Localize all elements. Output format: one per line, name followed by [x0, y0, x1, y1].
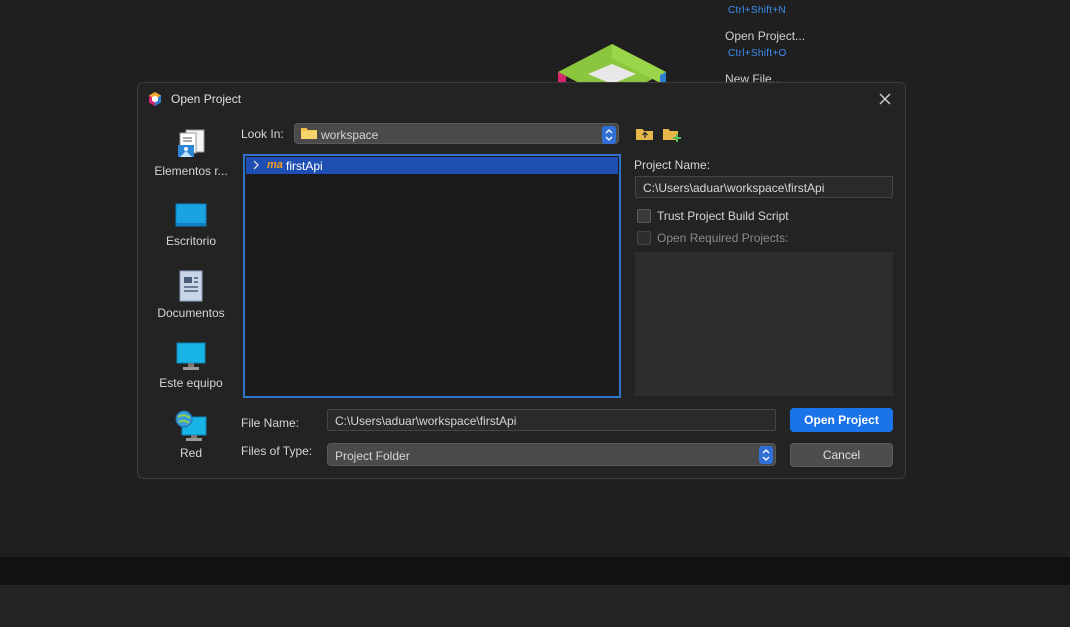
files-of-type-label: Files of Type: — [241, 444, 313, 458]
files-of-type-combobox[interactable]: Project Folder — [327, 443, 776, 466]
place-this-pc[interactable]: Este equipo — [146, 339, 236, 401]
folder-icon — [301, 127, 317, 143]
desktop-icon — [175, 203, 207, 227]
trust-build-label: Trust Project Build Script — [657, 209, 789, 223]
place-documents[interactable]: Documentos — [146, 269, 236, 331]
look-in-label: Look In: — [241, 127, 284, 141]
chevron-right-icon[interactable] — [252, 159, 260, 174]
place-label: Red — [179, 446, 202, 460]
required-projects-panel — [635, 252, 893, 396]
list-item[interactable]: ma firstApi — [246, 157, 618, 174]
cancel-button[interactable]: Cancel — [790, 443, 893, 467]
dialog-titlebar[interactable]: Open Project — [138, 83, 905, 115]
network-icon — [175, 410, 207, 441]
output-area — [0, 585, 1070, 627]
look-in-combobox[interactable]: workspace — [294, 123, 619, 144]
place-desktop[interactable]: Escritorio — [146, 201, 236, 263]
place-label: Elementos r... — [154, 164, 228, 178]
recent-items-icon — [178, 129, 205, 157]
computer-icon — [176, 342, 206, 370]
trust-build-checkbox[interactable] — [637, 209, 651, 223]
open-project-dialog: Open Project Elementos r... Escritorio D… — [137, 82, 906, 479]
place-recent-items[interactable]: Elementos r... — [146, 127, 236, 189]
file-name-label: File Name: — [241, 416, 300, 430]
chevron-updown-icon — [759, 446, 773, 464]
file-name-input[interactable]: C:\Users\aduar\workspace\firstApi — [327, 409, 776, 431]
status-bar — [0, 557, 1070, 585]
open-required-label: Open Required Projects: — [657, 231, 789, 245]
place-label: Escritorio — [165, 234, 216, 248]
place-label: Documentos — [157, 306, 225, 320]
project-name-label: Project Name: — [634, 158, 711, 172]
file-name: firstApi — [286, 159, 323, 173]
look-in-value: workspace — [321, 128, 379, 142]
files-of-type-value: Project Folder — [335, 449, 410, 463]
open-project-menu-item[interactable]: Open Project... — [725, 29, 805, 43]
new-project-shortcut: Ctrl+Shift+N — [728, 5, 787, 16]
up-folder-icon[interactable] — [635, 125, 655, 143]
open-required-checkbox — [637, 231, 651, 245]
dialog-title: Open Project — [171, 92, 242, 106]
open-project-shortcut: Ctrl+Shift+O — [728, 48, 787, 59]
project-name-field: C:\Users\aduar\workspace\firstApi — [635, 176, 893, 198]
documents-icon — [179, 270, 203, 302]
place-label: Este equipo — [159, 376, 223, 390]
file-list[interactable]: ma firstApi — [243, 154, 621, 398]
netbeans-app-icon — [147, 91, 163, 107]
close-icon[interactable] — [875, 89, 895, 109]
new-folder-icon[interactable] — [662, 125, 682, 143]
open-project-button[interactable]: Open Project — [790, 408, 893, 432]
maven-badge-icon: ma — [267, 159, 283, 171]
netbeans-logo-icon — [556, 42, 668, 86]
place-network[interactable]: Red — [146, 409, 236, 471]
chevron-updown-icon — [602, 126, 616, 144]
